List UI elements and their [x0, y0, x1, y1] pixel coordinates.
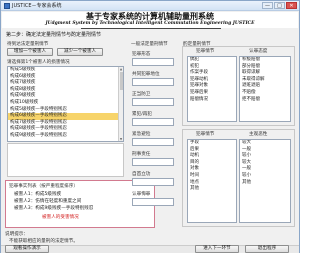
circumstance2-listbox[interactable]: 手段 后果 动机 目的 对象 时间 地点 其他 [187, 139, 237, 223]
malice-listbox[interactable]: 较大 一般 较小 较大 一般 较小 其他 [239, 139, 291, 223]
close-button[interactable]: ✕ [286, 2, 297, 9]
scroll-up-icon[interactable]: ▲ [119, 67, 123, 71]
scroll-down-icon[interactable]: ▼ [119, 137, 123, 141]
crime-fact-line: 被害人2：伤情在轻度和重度之间 [14, 199, 82, 204]
list-item[interactable]: 时间 [188, 173, 236, 180]
explain-text: 不能获取相应的量刑的法定情节。 [9, 239, 78, 244]
banner-divider [81, 28, 221, 29]
list-item[interactable]: 赔偿情况 [188, 97, 236, 104]
exit-button[interactable]: 退出程序 [245, 245, 289, 253]
accomplice-select[interactable] [132, 78, 174, 86]
sub-label-attitude: 认罪态度 [249, 49, 268, 54]
self-defense-select[interactable] [132, 98, 174, 106]
surrender-select[interactable] [132, 178, 174, 186]
label-surrender: 自首立功 [132, 172, 151, 177]
circumstance-listbox[interactable]: 偶犯 初犯 作案手段 犯罪动机 犯罪对象 犯罪后果 赔偿情况 [187, 56, 237, 122]
list-item[interactable]: 对象 [188, 166, 236, 173]
list-item[interactable]: 手段 [188, 140, 236, 147]
maximize-button[interactable]: □ [274, 2, 285, 9]
window-title: JUSTICE－专家会系统 [12, 3, 62, 9]
app-icon [4, 2, 10, 9]
list-item[interactable]: 退赃退赔 [240, 83, 290, 90]
title-bar: JUSTICE－专家会系统 — □ ✕ [1, 1, 299, 11]
banner-title-zh: 基于专家系统的计算机辅助量刑系统 [86, 11, 214, 21]
list-item[interactable]: 构成9级残疾 [8, 93, 123, 100]
next-step-button[interactable]: 进入下一环节 [195, 245, 239, 253]
list-item[interactable]: 较小 [240, 153, 290, 160]
victim-harm-note: 被害人的受害情况 [42, 215, 79, 220]
list-item[interactable]: 积极赔偿 [240, 57, 290, 64]
app-window: JUSTICE－专家会系统 — □ ✕ 基于专家系统的计算机辅助量刑系统 JUd… [0, 0, 300, 253]
remove-victim-button[interactable]: 减少一个被害人 [57, 48, 103, 56]
crime-fact-line: 被害人1：构成5级残疾 [14, 192, 62, 197]
injury-listbox[interactable]: 构成5级残疾 构成6级残疾 构成7级残疾 构成8级残疾 构成9级残疾 构成10级… [7, 66, 124, 142]
listbox-scrollbar[interactable]: ▲ ▼ [118, 67, 123, 141]
label-recidivism: 累犯/再犯 [132, 112, 152, 117]
list-item[interactable]: 一般 [240, 166, 290, 173]
banner-title-en: JUdgment System by Technological Intelli… [45, 21, 255, 26]
label-necessity: 紧急避险 [132, 132, 151, 137]
step-title: 第二步：确定法定量刑情节与酌定量刑情节 [6, 32, 102, 38]
list-item[interactable]: 作案手段 [188, 70, 236, 77]
list-item[interactable]: 构成9级残疾—手段特别残忍 [8, 133, 123, 140]
victim-list-label: 请选择第1个被害人的损害情况 [7, 60, 70, 65]
scroll-thumb[interactable] [119, 72, 123, 90]
minimize-button[interactable]: — [262, 2, 273, 9]
necessity-select[interactable] [132, 138, 174, 146]
crime-fact-line: 被害人3：构成9级残疾—手段特别残忍 [14, 206, 94, 211]
sub-label-circumstance: 犯罪情节 [196, 49, 215, 54]
label-crime-form: 犯罪形态 [132, 52, 151, 57]
list-item[interactable]: 构成7级残疾 [8, 80, 123, 87]
left-list-label: 待到达法定量刑情节 [7, 42, 49, 47]
list-item-selected[interactable]: 构成6级残疾—手段特别残忍 [8, 113, 123, 120]
liability-select[interactable] [132, 158, 174, 166]
list-item[interactable]: 构成5级残疾 [8, 67, 123, 74]
label-self-defense: 正当防卫 [132, 92, 151, 97]
label-liability: 刑事责任 [132, 152, 151, 157]
list-item[interactable]: 取得谅解 [240, 70, 290, 77]
demo-button[interactable]: 观看操作演示 [5, 245, 49, 253]
list-item[interactable]: 不赔偿 [240, 90, 290, 97]
attitude-listbox[interactable]: 积极赔偿 部分赔偿 取得谅解 未取得谅解 退赃退赔 不赔偿 拒不赔偿 [239, 56, 291, 122]
window-controls: — □ ✕ [262, 2, 297, 9]
crime-facts-header: 犯罪事实列表（按严重程度排序） [9, 184, 78, 189]
repentance-select[interactable] [132, 198, 174, 206]
list-item[interactable]: 犯罪后果 [188, 90, 236, 97]
list-item[interactable]: 偶犯 [188, 57, 236, 64]
label-repentance: 认罪悔罪 [132, 192, 151, 197]
list-item[interactable]: 构成8级残疾—手段特别残忍 [8, 126, 123, 133]
middle-section-label: 一般法定量刑情节 [131, 42, 168, 47]
add-victim-button[interactable]: 增加一个被害人 [7, 48, 53, 56]
list-item[interactable]: 较小 [240, 173, 290, 180]
list-item[interactable]: 犯罪对象 [188, 83, 236, 90]
list-item[interactable]: 较大 [240, 140, 290, 147]
crime-form-select[interactable] [132, 58, 174, 66]
header-banner: 基于专家系统的计算机辅助量刑系统 JUdgment System by Tech… [2, 12, 298, 28]
recidivism-select[interactable] [132, 118, 174, 126]
explain-label: 说明提示： [5, 232, 28, 237]
sub-label-malice: 主观恶性 [249, 132, 268, 137]
label-accomplice: 共同犯罪地位 [132, 72, 160, 77]
list-item[interactable]: 其他 [240, 180, 290, 187]
sub-label-circumstance-2: 犯罪情节 [196, 132, 215, 137]
list-item[interactable]: 拒不赔偿 [240, 97, 290, 104]
list-item[interactable]: 构成10级残疾 [8, 100, 123, 107]
list-item[interactable]: 动机 [188, 153, 236, 160]
list-item[interactable]: 其他 [188, 186, 236, 193]
injury-detail-box [7, 143, 124, 177]
